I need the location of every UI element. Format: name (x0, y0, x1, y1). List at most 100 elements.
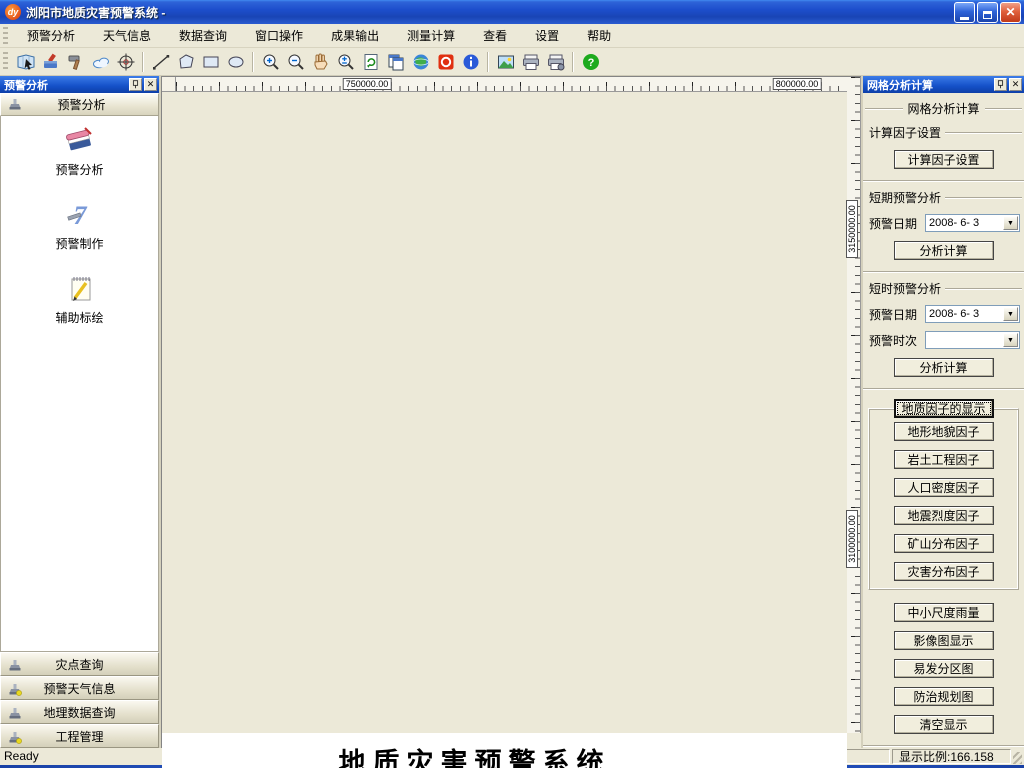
target-button[interactable] (114, 50, 138, 74)
toolbar-grip[interactable] (3, 52, 8, 71)
menu-bar: 预警分析 天气信息 数据查询 窗口操作 成果输出 测量计算 查看 设置 帮助 (0, 24, 1024, 48)
map-select-button[interactable] (14, 50, 38, 74)
zoom-extent-button[interactable] (334, 50, 358, 74)
info-button[interactable] (459, 50, 483, 74)
menu-item-1[interactable]: 天气信息 (89, 24, 165, 47)
right-panel: 网格分析计算 ✕ 网格分析计算 计算因子设置 计算因子设置 短期预警分析 预警日期 200… (861, 76, 1024, 748)
menu-grip[interactable] (3, 27, 8, 44)
zoom-in-button[interactable] (259, 50, 283, 74)
right-panel-close-button[interactable]: ✕ (1009, 78, 1022, 91)
svg-text:?: ? (587, 57, 594, 69)
menu-item-2[interactable]: 数据查询 (165, 24, 241, 47)
rp-button-分析计算[interactable]: 分析计算 (893, 358, 994, 377)
left-panel-bar-2[interactable]: 地理数据查询 (0, 700, 159, 724)
rp-button-中小尺度雨量[interactable]: 中小尺度雨量 (893, 603, 994, 622)
notepad-icon (71, 277, 90, 301)
ruler-top: 750000.00 800000.00 (176, 77, 847, 92)
rp-button-易发分区图[interactable]: 易发分区图 (893, 659, 994, 678)
resize-grip[interactable] (1013, 751, 1022, 764)
combo-row: 预警日期 2008- 6- 3 ▼ (869, 214, 1020, 232)
left-panel-bar-label: 预警天气信息 (43, 681, 116, 696)
left-panel-item-0[interactable]: 预警分析 (1, 124, 158, 178)
right-panel-titlebar: 网格分析计算 ✕ (863, 76, 1024, 93)
line-tool-icon (152, 54, 169, 70)
map-canvas[interactable]: 地质灾害预警系统 (162, 733, 847, 768)
image-export-button[interactable] (494, 50, 518, 74)
print-button[interactable] (519, 50, 543, 74)
ruler-left: 3150000.00 3100000.00 (846, 77, 861, 733)
left-panel-bar-3[interactable]: 工程管理 (0, 724, 159, 748)
hammer-button[interactable] (64, 50, 88, 74)
menu-item-6[interactable]: 查看 (469, 24, 521, 47)
right-panel-pin-button[interactable] (994, 78, 1007, 91)
rp-button-防治规划图[interactable]: 防治规划图 (893, 687, 994, 706)
polygon-tool-button[interactable] (174, 50, 198, 74)
left-panel-titlebar: 预警分析 ✕ (0, 76, 159, 93)
rp-button-矿山分布因子[interactable]: 矿山分布因子 (893, 534, 994, 553)
menu-item-8[interactable]: 帮助 (573, 24, 625, 47)
restore-button[interactable] (977, 1, 998, 23)
zoom-extent-icon (338, 54, 354, 70)
rp-button-地震烈度因子[interactable]: 地震烈度因子 (893, 506, 994, 525)
menu-item-4[interactable]: 成果输出 (317, 24, 393, 47)
line-tool-button[interactable] (149, 50, 173, 74)
cloud-button[interactable] (89, 50, 113, 74)
refresh-button[interactable] (359, 50, 383, 74)
left-panel-bar-0[interactable]: 灾点查询 (0, 652, 159, 676)
menu-item-5[interactable]: 测量计算 (393, 24, 469, 47)
rp-button-清空显示[interactable]: 清空显示 (893, 715, 994, 734)
stamp-icon (7, 95, 23, 114)
close-icon: ✕ (146, 79, 155, 89)
rp-button-灾害分布因子[interactable]: 灾害分布因子 (893, 562, 994, 581)
left-panel: 预警分析 ✕ 预警分析 预警分析 7 预警制作辅助标绘 灾点查询预警天气信息地理数据… (0, 76, 161, 748)
left-panel-item-label: 预警制作 (55, 237, 104, 251)
combo-预警日期[interactable]: 2008- 6- 3 ▼ (925, 305, 1020, 323)
chevron-down-icon[interactable]: ▼ (1003, 307, 1018, 321)
zoom-out-button[interactable] (284, 50, 308, 74)
ellipse-tool-button[interactable] (224, 50, 248, 74)
left-panel-pin-button[interactable] (129, 78, 142, 91)
minimize-button[interactable] (954, 1, 975, 23)
left-panel-bar-1[interactable]: 预警天气信息 (0, 676, 159, 700)
print-setup-button[interactable] (544, 50, 568, 74)
rp-button-影像图显示[interactable]: 影像图显示 (893, 631, 994, 650)
brush-button[interactable] (39, 50, 63, 74)
menu-item-0[interactable]: 预警分析 (13, 24, 89, 47)
chevron-down-icon[interactable]: ▼ (1003, 216, 1018, 230)
left-panel-item-label: 辅助标绘 (55, 311, 104, 325)
rp-button-分析计算[interactable]: 分析计算 (893, 241, 994, 260)
stamp2-icon (9, 684, 22, 696)
copy-layers-button[interactable] (384, 50, 408, 74)
help-button[interactable]: ? (579, 50, 603, 74)
rectangle-tool-button[interactable] (199, 50, 223, 74)
left-panel-bar-label: 地理数据查询 (43, 705, 116, 720)
close-button[interactable]: ✕ (1000, 1, 1021, 23)
combo-预警时次[interactable]: ▼ (925, 331, 1020, 349)
left-panel-header[interactable]: 预警分析 (0, 93, 159, 116)
combo-预警日期[interactable]: 2008- 6- 3 ▼ (925, 214, 1020, 232)
section-label: 短时预警分析 (869, 280, 1022, 297)
rp-button-岩土工程因子[interactable]: 岩土工程因子 (893, 450, 994, 469)
left-panel-close-button[interactable]: ✕ (144, 78, 157, 91)
combo-row: 预警时次 ▼ (869, 331, 1020, 349)
rp-button-人口密度因子[interactable]: 人口密度因子 (893, 478, 994, 497)
menu-item-7[interactable]: 设置 (521, 24, 573, 47)
close-icon: ✕ (1005, 4, 1016, 19)
toolbar-separator (487, 51, 489, 72)
toolbar-separator (572, 51, 574, 72)
rp-button-地形地貌因子[interactable]: 地形地貌因子 (893, 422, 994, 441)
combo-label: 预警日期 (869, 307, 918, 322)
rp-button-计算因子设置[interactable]: 计算因子设置 (893, 150, 994, 169)
left-panel-bottom-bars: 灾点查询预警天气信息 地理数据查询工程管理 (0, 652, 159, 748)
section-label: 计算因子设置 (869, 124, 1022, 141)
rp-button-地质因子的显示[interactable]: 地质因子的显示 (893, 399, 994, 418)
menu-item-3[interactable]: 窗口操作 (241, 24, 317, 47)
left-panel-item-1[interactable]: 7 预警制作 (1, 198, 158, 252)
left-panel-item-2[interactable]: 辅助标绘 (1, 272, 158, 326)
pan-hand-icon (314, 53, 328, 69)
globe-button[interactable] (409, 50, 433, 74)
chevron-down-icon[interactable]: ▼ (1003, 333, 1018, 347)
pan-hand-button[interactable] (309, 50, 333, 74)
combo-value: 2008- 6- 3 (929, 217, 980, 229)
stop-button[interactable] (434, 50, 458, 74)
